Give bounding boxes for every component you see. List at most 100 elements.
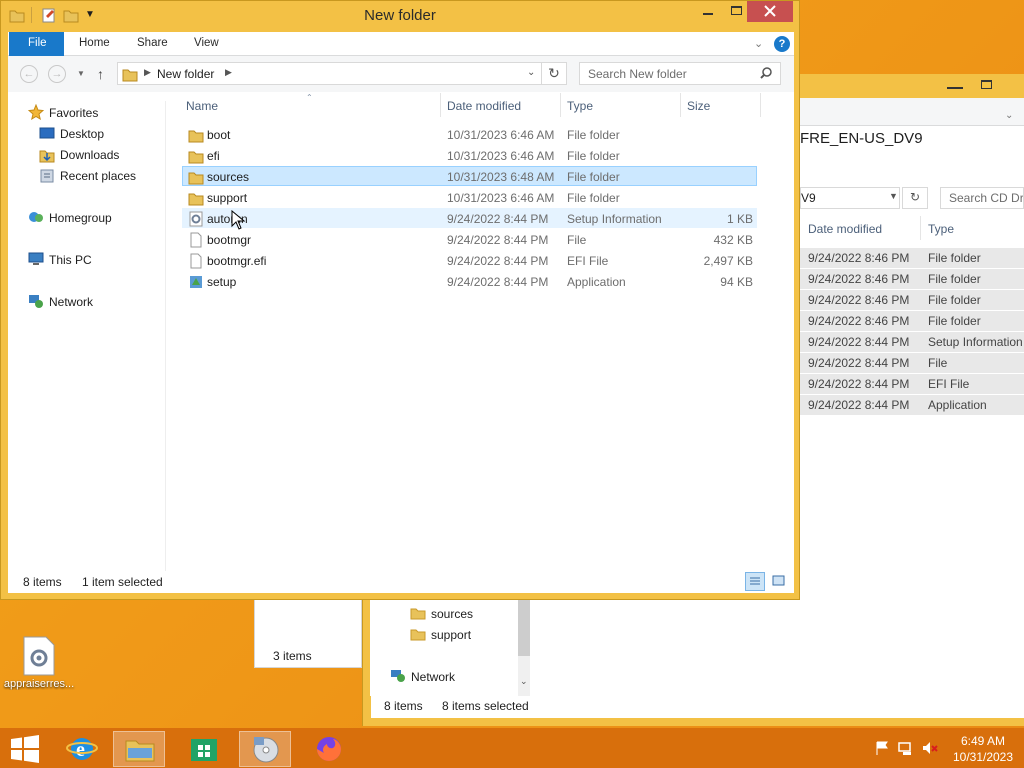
close-icon [764, 5, 776, 17]
volume-muted-icon[interactable] [921, 740, 939, 756]
row-date: 9/24/2022 8:44 PM [808, 377, 910, 391]
row-type: File folder [928, 272, 981, 286]
computer-icon [28, 251, 44, 267]
folder-icon [188, 127, 204, 143]
nav-homegroup[interactable]: Homegroup [49, 211, 112, 225]
breadcrumb-separator-icon[interactable]: ▶ [144, 67, 151, 78]
address-bar[interactable]: ▶ New folder ▶ ⌄ [117, 62, 542, 85]
desktop-icon-label: appraiserres... [3, 678, 75, 690]
minimize-button[interactable] [694, 2, 722, 22]
address-dropdown-icon[interactable]: ⌄ [527, 67, 535, 78]
status-item-count: 3 items [273, 649, 312, 663]
column-divider[interactable] [680, 93, 681, 117]
forward-arrow-icon[interactable]: → [48, 65, 66, 83]
column-header-size[interactable]: Size [687, 99, 710, 113]
file-row-sources[interactable]: sources 10/31/2023 6:48 AM File folder [182, 166, 757, 186]
refresh-icon[interactable]: ↻ [902, 187, 928, 209]
taskbar-file-explorer[interactable] [113, 731, 165, 767]
nav-item-support[interactable]: support [431, 628, 471, 642]
row-type: File folder [928, 293, 981, 307]
column-divider[interactable] [440, 93, 441, 117]
background-list-row[interactable]: 9/24/2022 8:46 PM File folder [800, 290, 1024, 311]
column-divider[interactable] [560, 93, 561, 117]
chevron-down-icon[interactable]: ⌄ [520, 676, 528, 687]
file-row-bootmgr-efi[interactable]: bootmgr.efi 9/24/2022 8:44 PM EFI File 2,49… [182, 250, 757, 270]
recent-places-icon [39, 168, 55, 184]
row-date: 9/24/2022 8:44 PM [808, 335, 910, 349]
file-row-efi[interactable]: efi 10/31/2023 6:46 AM File folder [182, 145, 757, 165]
background-list-row[interactable]: 9/24/2022 8:44 PM EFI File [800, 374, 1024, 395]
tab-share[interactable]: Share [137, 32, 168, 56]
maximize-button[interactable] [722, 2, 750, 22]
back-arrow-icon[interactable]: ← [20, 65, 38, 83]
taskbar-store[interactable] [178, 731, 230, 767]
column-header-type[interactable]: Type [928, 222, 954, 236]
taskbar-disc-image[interactable] [239, 731, 291, 767]
column-header-date-modified[interactable]: Date modified [447, 99, 521, 113]
downloads-icon [39, 147, 55, 163]
action-center-flag-icon[interactable] [874, 740, 890, 756]
column-header-name[interactable]: Name [186, 99, 218, 113]
background-list-row[interactable]: 9/24/2022 8:46 PM File folder [800, 248, 1024, 269]
nav-this-pc[interactable]: This PC [49, 253, 92, 267]
refresh-button[interactable]: ↻ [542, 62, 567, 85]
search-input[interactable]: Search New folder [579, 62, 781, 85]
settings-file-icon [23, 636, 55, 676]
file-name: sources [207, 170, 250, 184]
background-list-row[interactable]: 9/24/2022 8:44 PM Application [800, 395, 1024, 416]
minimize-icon[interactable] [947, 87, 963, 89]
column-divider [920, 216, 921, 240]
details-view-button[interactable] [745, 572, 765, 591]
network-status-icon[interactable] [898, 740, 916, 756]
file-date-modified: 9/24/2022 8:44 PM [447, 233, 549, 247]
status-item-count: 8 items [384, 699, 423, 713]
breadcrumb-separator-icon[interactable]: ▶ [225, 67, 232, 78]
background-list-row[interactable]: 9/24/2022 8:44 PM File [800, 353, 1024, 374]
large-icons-view-button[interactable] [769, 572, 789, 591]
taskbar-internet-explorer[interactable]: e [56, 731, 108, 767]
file-row-support[interactable]: support 10/31/2023 6:46 AM File folder [182, 187, 757, 207]
nav-desktop[interactable]: Desktop [60, 127, 104, 141]
column-header-type[interactable]: Type [567, 99, 593, 113]
taskbar-firefox[interactable] [303, 731, 355, 767]
column-header-date[interactable]: Date modified [808, 222, 882, 236]
chevron-down-icon[interactable]: ⌄ [1005, 110, 1013, 121]
tab-view[interactable]: View [194, 32, 219, 56]
nav-favorites[interactable]: Favorites [49, 106, 98, 120]
file-row-setup[interactable]: setup 9/24/2022 8:44 PM Application 94 KB [182, 271, 757, 291]
background-address-field[interactable]: V9 ▼ [800, 187, 900, 209]
file-name: setup [207, 275, 237, 289]
help-icon[interactable]: ? [774, 36, 790, 52]
system-clock[interactable]: 6:49 AM 10/31/2023 [946, 733, 1020, 765]
background-list-row[interactable]: 9/24/2022 8:46 PM File folder [800, 311, 1024, 332]
file-row-bootmgr[interactable]: bootmgr 9/24/2022 8:44 PM File 432 KB [182, 229, 757, 249]
file-date-modified: 10/31/2023 6:46 AM [447, 128, 555, 142]
column-divider[interactable] [760, 93, 761, 117]
homegroup-icon [28, 209, 44, 225]
breadcrumb-new-folder[interactable]: New folder [157, 67, 214, 81]
background-search-input[interactable]: Search CD Driv [940, 187, 1024, 209]
nav-item-sources[interactable]: sources [431, 607, 473, 621]
file-row-boot[interactable]: boot 10/31/2023 6:46 AM File folder [182, 124, 757, 144]
explorer-window[interactable]: ▼ New folder File Home Share View ⌄ ? ← … [0, 0, 800, 600]
nav-item-network[interactable]: Network [411, 670, 455, 684]
expand-ribbon-icon[interactable]: ⌄ [754, 37, 763, 50]
tab-file[interactable]: File [9, 32, 64, 56]
desktop-icon-appraiserres[interactable]: appraiserres... [2, 636, 76, 690]
title-bar[interactable]: ▼ New folder [1, 1, 799, 31]
nav-recent-places[interactable]: Recent places [60, 169, 136, 183]
background-address-text: V9 [801, 191, 816, 205]
file-row-autorun[interactable]: autorun 9/24/2022 8:44 PM Setup Informatio… [182, 208, 757, 228]
status-selected-count: 8 items selected [442, 699, 529, 713]
nav-network[interactable]: Network [49, 295, 93, 309]
close-button[interactable] [747, 1, 793, 22]
nav-downloads[interactable]: Downloads [60, 148, 119, 162]
windows-start-icon[interactable] [10, 735, 40, 763]
blank-file-icon [188, 253, 204, 269]
up-arrow-icon[interactable]: ↑ [97, 66, 104, 82]
background-list-row[interactable]: 9/24/2022 8:46 PM File folder [800, 269, 1024, 290]
maximize-icon[interactable] [981, 80, 992, 89]
background-list-row[interactable]: 9/24/2022 8:44 PM Setup Information [800, 332, 1024, 353]
recent-locations-icon[interactable]: ▼ [77, 69, 85, 78]
tab-home[interactable]: Home [79, 32, 110, 56]
